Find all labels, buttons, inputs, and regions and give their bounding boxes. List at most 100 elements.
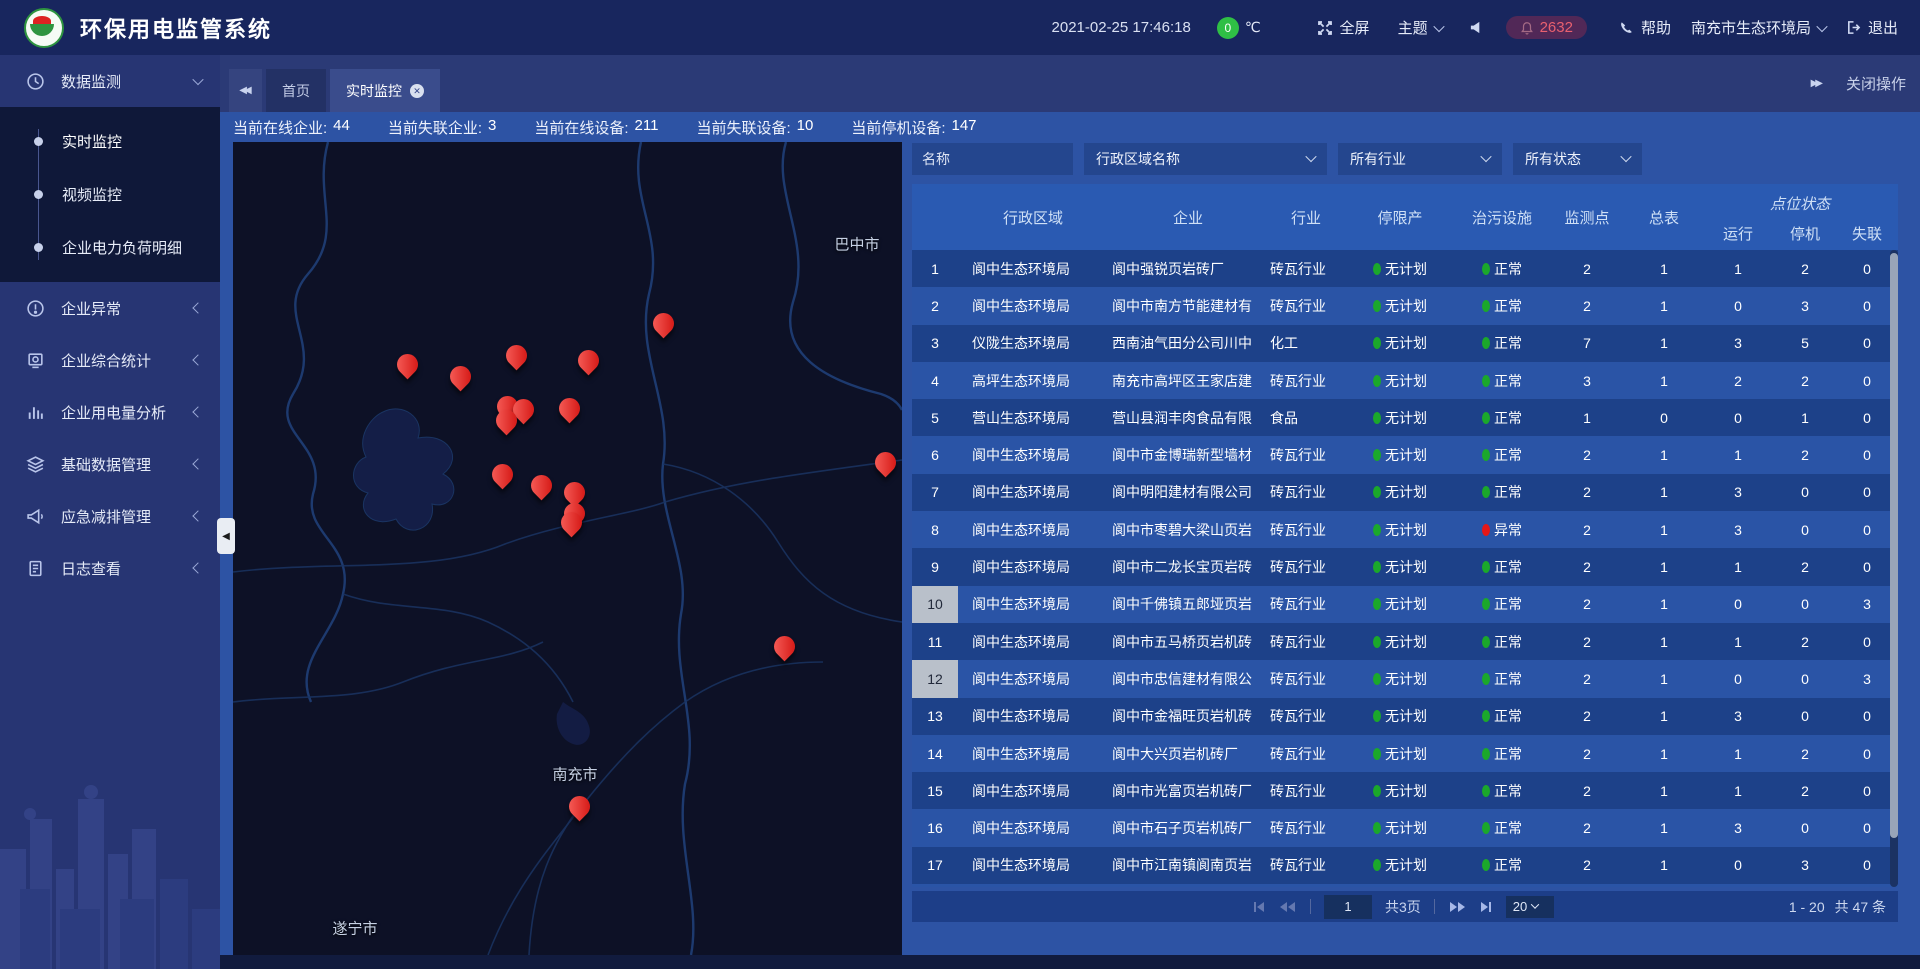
user-dropdown[interactable]: 南充市生态环境局 (1691, 17, 1826, 38)
cell-stop-count: 3 (1774, 857, 1836, 873)
table-row[interactable]: 13阆中生态环境局阆中市金福旺页岩机砖砖瓦行业无计划正常21300 (912, 698, 1898, 735)
cell-meter-count: 1 (1626, 634, 1702, 650)
status-dot-green (1482, 636, 1490, 648)
facility-text: 正常 (1494, 855, 1522, 875)
phone-icon (1619, 20, 1634, 35)
cell-company: 阆中大兴页岩机砖厂 (1108, 744, 1268, 764)
tab-scroll-left-button[interactable]: ◀◀ (229, 69, 262, 112)
mute-button[interactable] (1469, 20, 1484, 35)
row-index: 7 (912, 474, 958, 511)
cell-industry: 砖瓦行业 (1268, 445, 1344, 465)
status-dot-green (1373, 822, 1381, 834)
cell-facility-status: 正常 (1456, 744, 1548, 764)
cell-company: 阆中市枣碧大梁山页岩 (1108, 520, 1268, 540)
status-dot-green (1482, 748, 1490, 760)
tab-close-icon[interactable]: ✕ (410, 84, 424, 98)
table-row[interactable]: 16阆中生态环境局阆中市石子页岩机砖厂砖瓦行业无计划正常21300 (912, 809, 1898, 846)
cell-lost-count: 0 (1836, 559, 1898, 575)
logout-icon (1846, 20, 1861, 35)
status-select-value: 所有状态 (1525, 149, 1612, 169)
cell-stop-count: 0 (1774, 596, 1836, 612)
cell-facility-status: 正常 (1456, 296, 1548, 316)
chevron-left-icon (192, 458, 203, 469)
sidebar-item-企业异常[interactable]: 企业异常 (0, 282, 220, 334)
cell-lost-count: 0 (1836, 708, 1898, 724)
cell-facility-status: 正常 (1456, 408, 1548, 428)
fullscreen-button[interactable]: 全屏 (1317, 17, 1370, 38)
stat-label: 当前在线企业: (233, 117, 327, 138)
limit-text: 无计划 (1385, 482, 1427, 502)
table-row[interactable]: 1阆中生态环境局阆中强锐页岩砖厂砖瓦行业无计划正常21120 (912, 250, 1898, 287)
cell-monitor-count: 2 (1548, 447, 1626, 463)
limit-text: 无计划 (1385, 669, 1427, 689)
region-select[interactable]: 行政区域名称 (1084, 143, 1327, 175)
sidebar-collapse-toggle[interactable]: ◀ (217, 518, 235, 554)
stat-item: 当前失联企业:3 (388, 117, 497, 138)
name-search-input[interactable] (912, 143, 1073, 175)
table-row[interactable]: 2阆中生态环境局阆中市南方节能建材有砖瓦行业无计划正常21030 (912, 287, 1898, 324)
sidebar-item-企业综合统计[interactable]: 企业综合统计 (0, 334, 220, 386)
region-select-value: 行政区域名称 (1096, 149, 1297, 169)
table-row[interactable]: 5营山生态环境局营山县润丰肉食品有限食品无计划正常10010 (912, 399, 1898, 436)
industry-select[interactable]: 所有行业 (1338, 143, 1502, 175)
table-row[interactable]: 4高坪生态环境局南充市高坪区王家店建砖瓦行业无计划正常31220 (912, 362, 1898, 399)
table-row[interactable]: 10阆中生态环境局阆中千佛镇五郎垭页岩砖瓦行业无计划正常21003 (912, 586, 1898, 623)
row-index: 12 (912, 660, 958, 697)
theme-dropdown[interactable]: 主题 (1398, 17, 1443, 38)
cell-industry: 砖瓦行业 (1268, 259, 1344, 279)
table-row[interactable]: 14阆中生态环境局阆中大兴页岩机砖厂砖瓦行业无计划正常21120 (912, 735, 1898, 772)
sidebar-item-企业用电量分析[interactable]: 企业用电量分析 (0, 386, 220, 438)
sidebar-subitem-实时监控[interactable]: 实时监控 (0, 115, 220, 168)
map-panel[interactable]: 巴中市南充市遂宁市 (233, 142, 902, 955)
tab-scroll-right-button[interactable]: ▶▶ (1811, 78, 1820, 89)
sidebar-item-日志查看[interactable]: 日志查看 (0, 542, 220, 594)
status-dot-green (1482, 785, 1490, 797)
previous-page-button[interactable] (1279, 900, 1297, 914)
scrollbar-thumb[interactable] (1890, 253, 1898, 838)
cell-run-count: 1 (1702, 261, 1774, 277)
status-dot-green (1373, 263, 1381, 275)
help-button[interactable]: 帮助 (1619, 17, 1671, 38)
table-row[interactable]: 17阆中生态环境局阆中市江南镇阆南页岩砖瓦行业无计划正常21030 (912, 847, 1898, 884)
row-index: 9 (912, 548, 958, 585)
cell-facility-status: 正常 (1456, 259, 1548, 279)
table-row[interactable]: 9阆中生态环境局阆中市二龙长宝页岩砖砖瓦行业无计划正常21120 (912, 548, 1898, 585)
stat-value: 3 (488, 117, 496, 138)
total-count-label: 共 47 条 (1835, 897, 1886, 917)
sidebar-item-应急减排管理[interactable]: 应急减排管理 (0, 490, 220, 542)
sidebar-item-数据监测[interactable]: 数据监测 (0, 55, 220, 107)
last-page-button[interactable] (1479, 900, 1493, 914)
table-scrollbar[interactable] (1890, 250, 1898, 887)
tab-首页[interactable]: 首页 (266, 69, 326, 112)
limit-text: 无计划 (1385, 594, 1427, 614)
sidebar-item-基础数据管理[interactable]: 基础数据管理 (0, 438, 220, 490)
next-page-button[interactable] (1448, 900, 1466, 914)
table-row[interactable]: 6阆中生态环境局阆中市金博瑞新型墙材砖瓦行业无计划正常21120 (912, 436, 1898, 473)
page-number-input[interactable] (1324, 895, 1372, 919)
cell-lost-count: 0 (1836, 298, 1898, 314)
cell-run-count: 0 (1702, 298, 1774, 314)
sidebar-subitem-企业电力负荷明细[interactable]: 企业电力负荷明细 (0, 221, 220, 274)
table-row[interactable]: 7阆中生态环境局阆中明阳建材有限公司砖瓦行业无计划正常21300 (912, 474, 1898, 511)
bell-icon (1520, 21, 1534, 35)
table-row[interactable]: 18南部生态环境局南部县砌优水泥有限公建材行业无计划正常60060 (912, 884, 1898, 887)
logout-button[interactable]: 退出 (1846, 17, 1898, 38)
tab-实时监控[interactable]: 实时监控✕ (330, 69, 440, 112)
status-select[interactable]: 所有状态 (1513, 143, 1642, 175)
table-row[interactable]: 11阆中生态环境局阆中市五马桥页岩机砖砖瓦行业无计划正常21120 (912, 623, 1898, 660)
cell-facility-status: 正常 (1456, 632, 1548, 652)
filter-bar: 行政区域名称 所有行业 所有状态 (912, 143, 1898, 175)
table-row[interactable]: 8阆中生态环境局阆中市枣碧大梁山页岩砖瓦行业无计划异常21300 (912, 511, 1898, 548)
page-size-select[interactable]: 20 (1506, 896, 1554, 918)
table-row[interactable]: 15阆中生态环境局阆中市光富页岩机砖厂砖瓦行业无计划正常21120 (912, 772, 1898, 809)
table-row[interactable]: 3仪陇生态环境局西南油气田分公司川中化工无计划正常71350 (912, 325, 1898, 362)
notifications-badge[interactable]: 2632 (1506, 16, 1587, 39)
sidebar-subitem-视频监控[interactable]: 视频监控 (0, 168, 220, 221)
table-row[interactable]: 12阆中生态环境局阆中市忠信建材有限公砖瓦行业无计划正常21003 (912, 660, 1898, 697)
datetime-label: 2021-02-25 17:46:18 (1052, 19, 1191, 36)
row-index: 17 (912, 847, 958, 884)
close-operations-button[interactable]: 关闭操作 (1846, 73, 1906, 94)
cell-run-count: 0 (1702, 410, 1774, 426)
status-dot-green (1482, 449, 1490, 461)
first-page-button[interactable] (1252, 900, 1266, 914)
